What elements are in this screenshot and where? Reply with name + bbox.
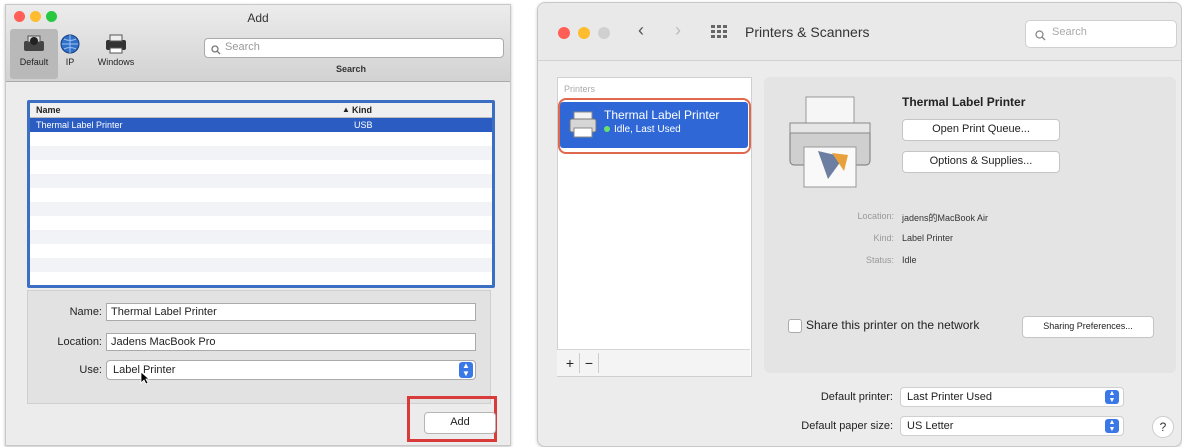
options-supplies-button[interactable]: Options & Supplies... bbox=[902, 151, 1060, 173]
empty-row bbox=[30, 258, 492, 272]
selection-highlight bbox=[558, 98, 751, 154]
open-print-queue-button[interactable]: Open Print Queue... bbox=[902, 119, 1060, 141]
cursor-icon bbox=[140, 371, 151, 390]
minimize-button[interactable] bbox=[578, 27, 590, 39]
add-button[interactable]: Add bbox=[424, 412, 496, 434]
column-kind[interactable]: Kind bbox=[352, 105, 372, 115]
table-row[interactable]: Thermal Label Printer USB bbox=[30, 118, 492, 132]
empty-row bbox=[30, 146, 492, 160]
default-printer-value: Last Printer Used bbox=[907, 391, 992, 403]
printer-list[interactable]: Name ▲ Kind Thermal Label Printer USB bbox=[27, 100, 495, 288]
prefs-titlebar: ‹ › Printers & Scanners Search bbox=[538, 3, 1181, 61]
windows-printer-icon bbox=[103, 33, 129, 55]
search-icon bbox=[1035, 28, 1046, 46]
popup-stepper-icon: ▲ ▼ bbox=[1105, 390, 1119, 404]
add-remove-bar: + − bbox=[557, 349, 750, 376]
empty-row bbox=[30, 174, 492, 188]
forward-arrow-icon[interactable]: › bbox=[675, 20, 681, 41]
zoom-button[interactable] bbox=[598, 27, 610, 39]
empty-row bbox=[30, 160, 492, 174]
toolbar-windows-button[interactable]: Windows bbox=[94, 33, 138, 67]
sort-ascending-icon: ▲ bbox=[342, 105, 350, 114]
paper-size-label: Default paper size: bbox=[801, 420, 893, 432]
row-kind: USB bbox=[354, 120, 373, 130]
back-arrow-icon[interactable]: ‹ bbox=[638, 20, 644, 41]
globe-icon bbox=[57, 33, 83, 55]
printers-header: Printers bbox=[564, 84, 596, 94]
empty-row bbox=[30, 216, 492, 230]
toolbar-ip-button[interactable]: IP bbox=[48, 33, 92, 67]
show-all-grid-icon[interactable] bbox=[711, 25, 727, 39]
name-label: Name: bbox=[69, 306, 102, 318]
sharing-preferences-button[interactable]: Sharing Preferences... bbox=[1022, 316, 1154, 338]
empty-row bbox=[30, 230, 492, 244]
printer-detail-panel: Thermal Label Printer Open Print Queue..… bbox=[764, 77, 1176, 373]
location-label: Location: bbox=[57, 336, 102, 348]
search-placeholder: Search bbox=[225, 41, 260, 53]
popup-stepper-icon: ▲ ▼ bbox=[1105, 419, 1119, 433]
search-label: Search bbox=[336, 64, 367, 74]
status-key: Status: bbox=[865, 255, 894, 265]
search-icon bbox=[211, 42, 221, 60]
toolbar-windows-label: Windows bbox=[97, 57, 135, 67]
name-field[interactable]: Thermal Label Printer bbox=[106, 303, 476, 321]
toolbar-ip-label: IP bbox=[65, 57, 75, 67]
printer-details-form: Name: Thermal Label Printer Location: Ja… bbox=[27, 290, 491, 404]
empty-row bbox=[30, 202, 492, 216]
default-printer-label: Default printer: bbox=[820, 391, 893, 403]
prefs-search-field[interactable]: Search bbox=[1025, 20, 1177, 48]
location-value: jadens的MacBook Air bbox=[902, 213, 989, 223]
default-printer-popup[interactable]: Last Printer Used ▲ ▼ bbox=[900, 387, 1124, 407]
help-button[interactable]: ? bbox=[1152, 416, 1174, 438]
window-title: Add bbox=[247, 11, 269, 25]
popup-stepper-icon: ▲ ▼ bbox=[459, 362, 473, 378]
use-label: Use: bbox=[79, 364, 102, 376]
add-printer-window: Add Default IP Windows Search Search Nam… bbox=[5, 4, 511, 446]
close-button[interactable] bbox=[558, 27, 570, 39]
paper-size-popup[interactable]: US Letter ▲ ▼ bbox=[900, 416, 1124, 436]
empty-row bbox=[30, 132, 492, 146]
list-header: Name ▲ Kind bbox=[30, 103, 492, 118]
status-value: Idle bbox=[902, 255, 917, 265]
add-search-field[interactable]: Search bbox=[204, 38, 504, 58]
empty-row bbox=[30, 244, 492, 258]
add-printer-button[interactable]: + bbox=[561, 353, 580, 373]
share-printer-checkbox[interactable] bbox=[788, 319, 802, 333]
kind-key: Kind: bbox=[873, 233, 894, 243]
printers-scanners-window: ‹ › Printers & Scanners Search Printers … bbox=[537, 2, 1182, 447]
window-title: Printers & Scanners bbox=[745, 24, 870, 40]
remove-printer-button[interactable]: − bbox=[580, 353, 599, 373]
column-name[interactable]: Name bbox=[36, 105, 61, 115]
location-field[interactable]: Jadens MacBook Pro bbox=[106, 333, 476, 351]
detail-printer-name: Thermal Label Printer bbox=[902, 95, 1026, 109]
use-popup[interactable]: Label Printer ▲ ▼ bbox=[106, 360, 476, 380]
default-printer-icon bbox=[21, 33, 47, 55]
search-placeholder: Search bbox=[1052, 26, 1087, 38]
printers-list[interactable]: Printers Thermal Label Printer Idle, Las… bbox=[557, 77, 752, 377]
add-window-toolbar: Add Default IP Windows Search Search bbox=[6, 5, 510, 82]
share-printer-label: Share this printer on the network bbox=[806, 318, 980, 332]
kind-value: Label Printer bbox=[902, 233, 954, 243]
row-name: Thermal Label Printer bbox=[36, 120, 123, 130]
large-printer-icon bbox=[784, 93, 876, 198]
empty-row bbox=[30, 188, 492, 202]
paper-size-value: US Letter bbox=[907, 420, 954, 432]
location-key: Location: bbox=[857, 211, 894, 221]
